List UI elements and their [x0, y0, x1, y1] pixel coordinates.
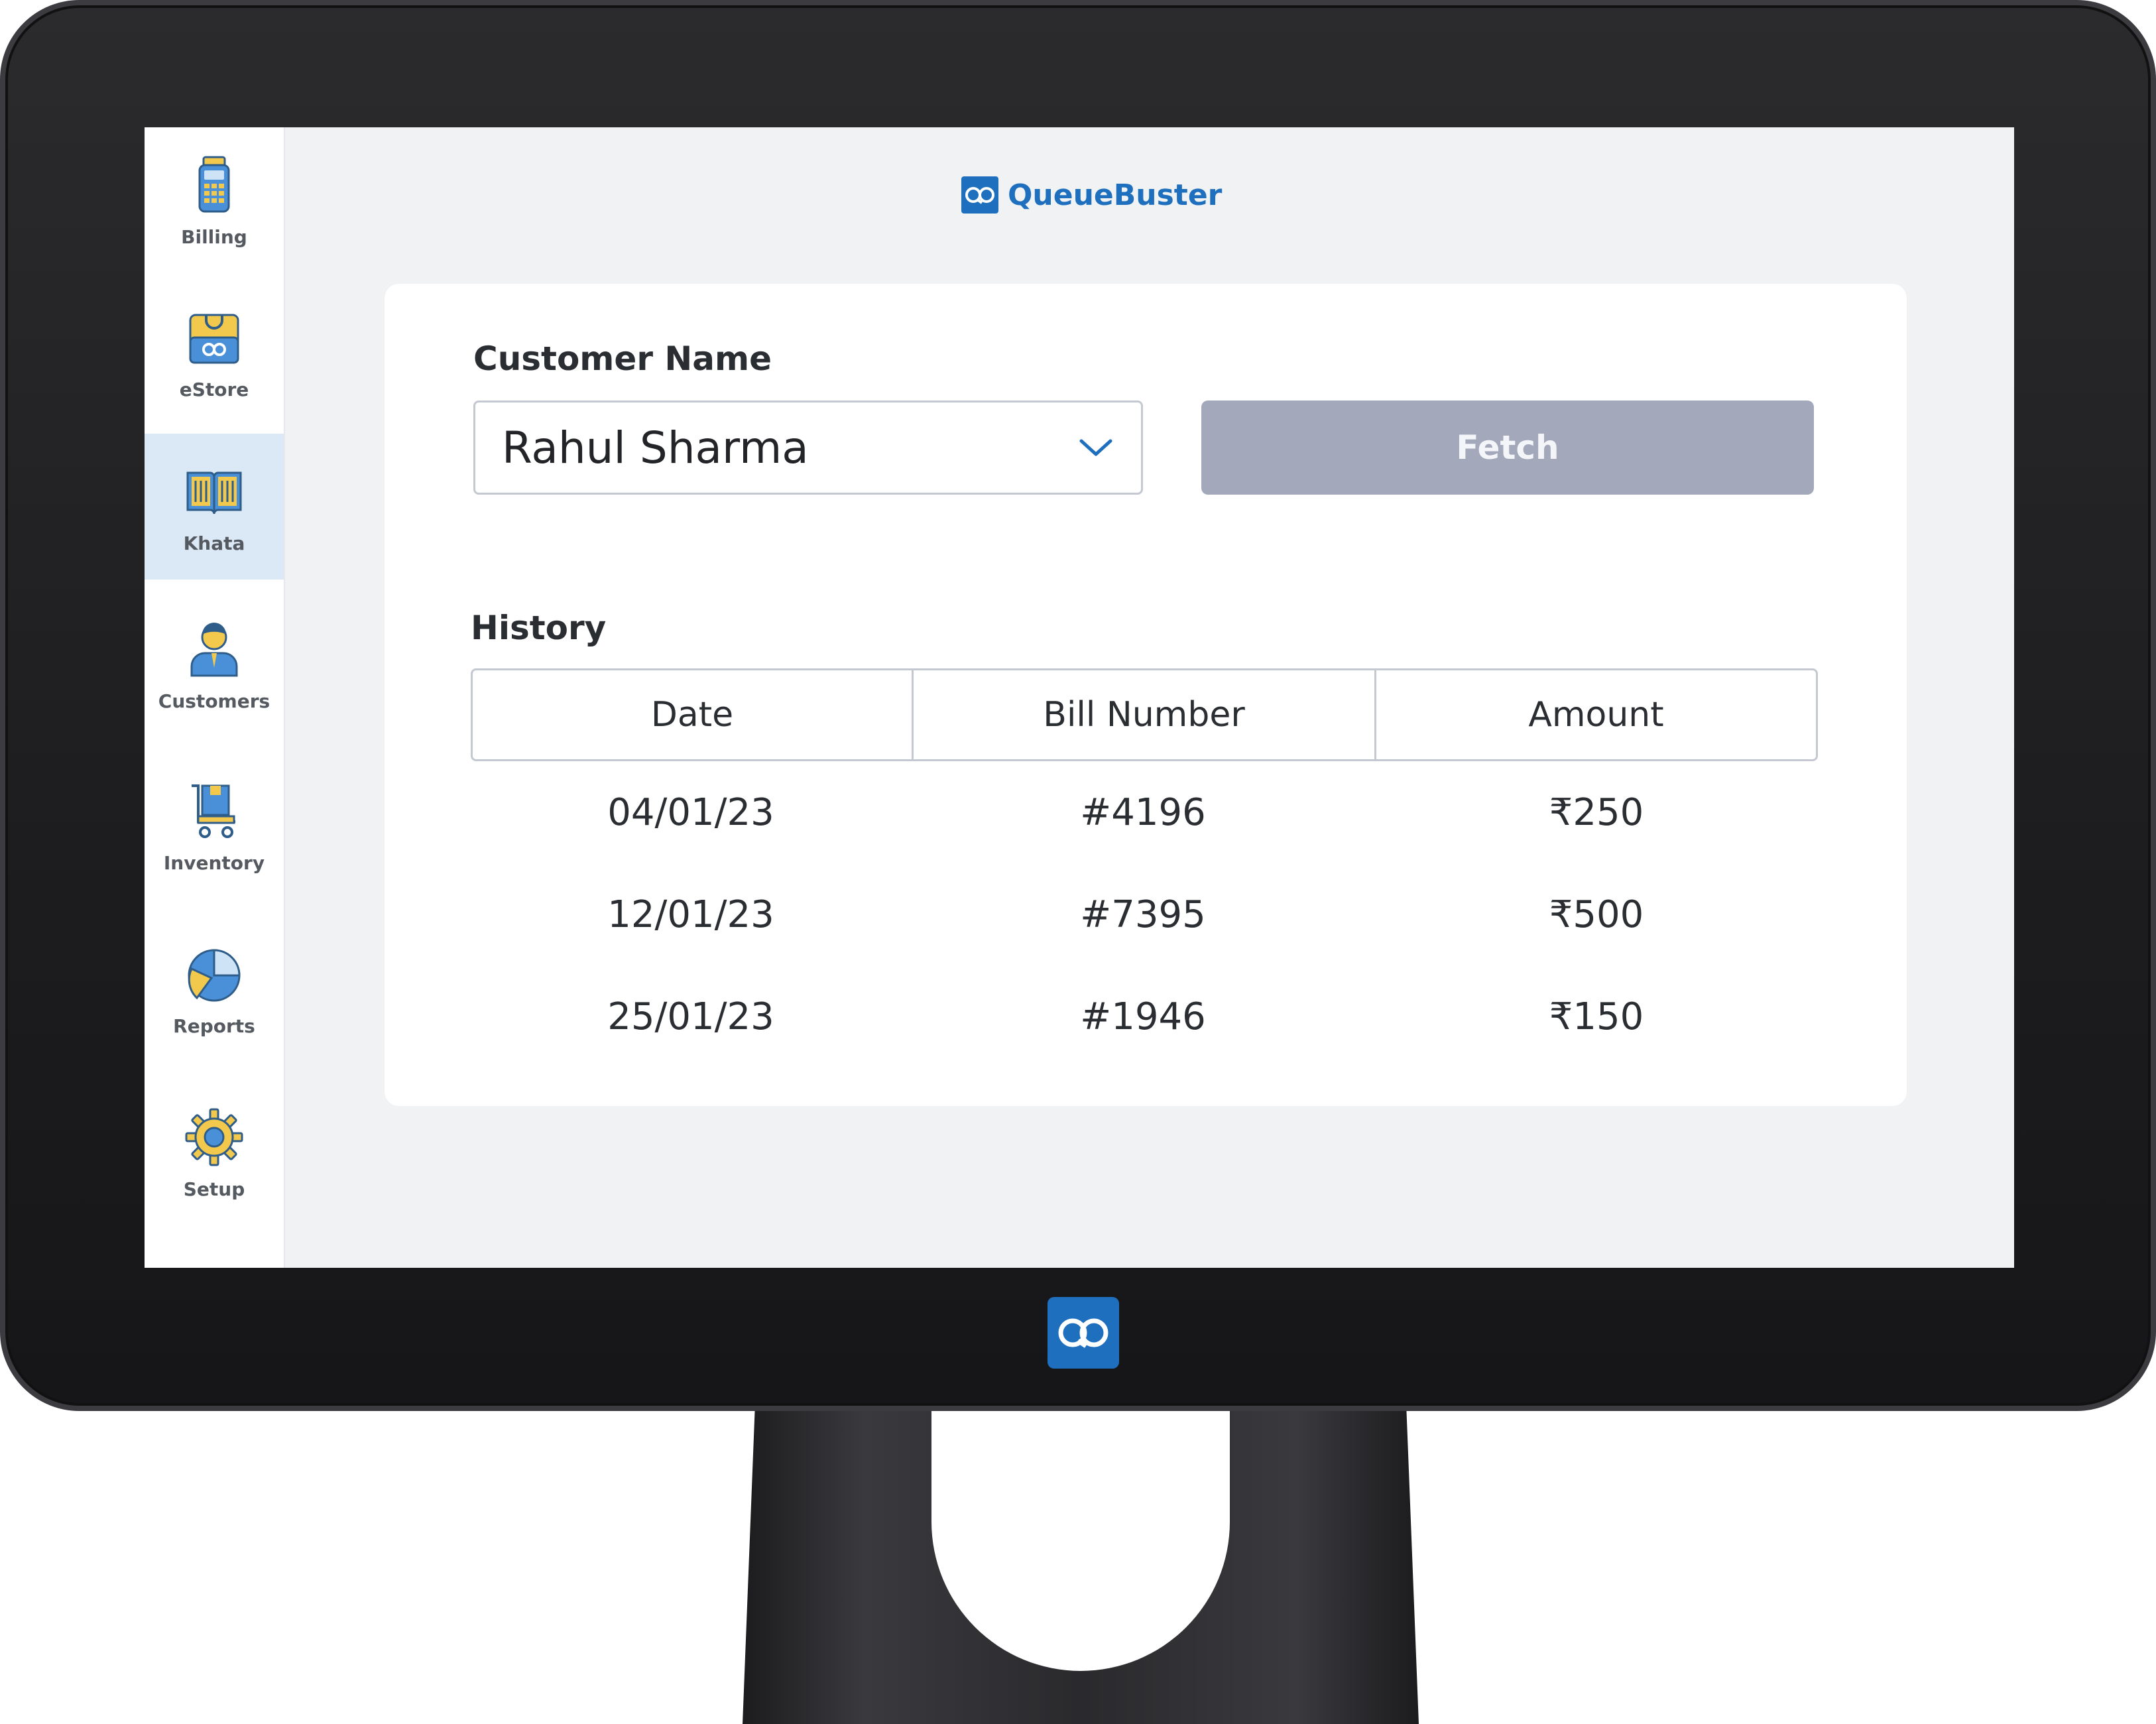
cell-date: 12/01/23: [607, 893, 774, 936]
cell-date: 25/01/23: [607, 995, 774, 1038]
history-table: Date Bill Number Amount 04/01/23 #4196 ₹…: [471, 668, 1818, 1068]
sidebar-item-inventory[interactable]: Inventory: [145, 753, 284, 899]
customer-name-value: Rahul Sharma: [502, 422, 809, 473]
gear-icon: [185, 1108, 243, 1166]
chevron-down-icon: [1079, 439, 1112, 456]
open-book-icon: [186, 471, 242, 514]
sidebar-label-setup: Setup: [183, 1178, 245, 1200]
brand-header: QueueBuster: [961, 176, 1222, 214]
customer-name-label: Customer Name: [473, 339, 772, 378]
sidebar: Billing eStore Khata Customers Inventory…: [145, 127, 285, 1268]
cell-date: 04/01/23: [607, 790, 774, 834]
sidebar-label-inventory: Inventory: [163, 851, 265, 874]
customer-person-icon: [190, 622, 238, 676]
cell-amount: ₹500: [1549, 893, 1644, 936]
sidebar-label-reports: Reports: [173, 1015, 255, 1037]
customer-name-select[interactable]: Rahul Sharma: [473, 400, 1143, 495]
table-row[interactable]: 04/01/23 #4196 ₹250: [471, 761, 1818, 863]
table-row[interactable]: 12/01/23 #7395 ₹500: [471, 863, 1818, 965]
sidebar-item-billing[interactable]: Billing: [145, 127, 284, 273]
bezel-logo-icon: [1048, 1297, 1119, 1369]
cell-amount: ₹250: [1549, 790, 1644, 834]
app-screen: Billing eStore Khata Customers Inventory…: [145, 127, 2014, 1268]
billing-machine-icon: [198, 156, 230, 212]
brand-name: QueueBuster: [1008, 178, 1223, 212]
sidebar-label-customers: Customers: [158, 690, 270, 712]
sidebar-item-estore[interactable]: eStore: [145, 280, 284, 426]
cell-bill-number: #1946: [1080, 995, 1206, 1038]
khata-card: Customer Name Rahul Sharma Fetch History…: [385, 284, 1907, 1106]
table-row[interactable]: 25/01/23 #1946 ₹150: [471, 965, 1818, 1068]
cell-amount: ₹150: [1549, 995, 1644, 1038]
sidebar-label-billing: Billing: [181, 225, 247, 248]
sidebar-label-estore: eStore: [179, 378, 249, 400]
column-header-amount: Amount: [1374, 670, 1816, 759]
sidebar-item-setup[interactable]: Setup: [145, 1079, 284, 1225]
fetch-button[interactable]: Fetch: [1201, 400, 1814, 495]
sidebar-item-khata[interactable]: Khata: [145, 434, 284, 580]
inventory-cart-icon: [192, 784, 235, 838]
cell-bill-number: #7395: [1080, 893, 1206, 936]
estore-bag-icon: [189, 314, 239, 363]
sidebar-item-customers[interactable]: Customers: [145, 591, 284, 737]
monitor-stand-cutout: [931, 1366, 1230, 1671]
pie-chart-icon: [188, 948, 241, 1001]
history-title: History: [471, 609, 607, 647]
sidebar-item-reports[interactable]: Reports: [145, 916, 284, 1062]
column-header-bill-number: Bill Number: [912, 670, 1374, 759]
cell-bill-number: #4196: [1080, 790, 1206, 834]
table-header: Date Bill Number Amount: [471, 668, 1818, 761]
queuebuster-logo-icon: [961, 176, 998, 214]
sidebar-label-khata: Khata: [183, 532, 245, 554]
column-header-date: Date: [650, 695, 734, 735]
